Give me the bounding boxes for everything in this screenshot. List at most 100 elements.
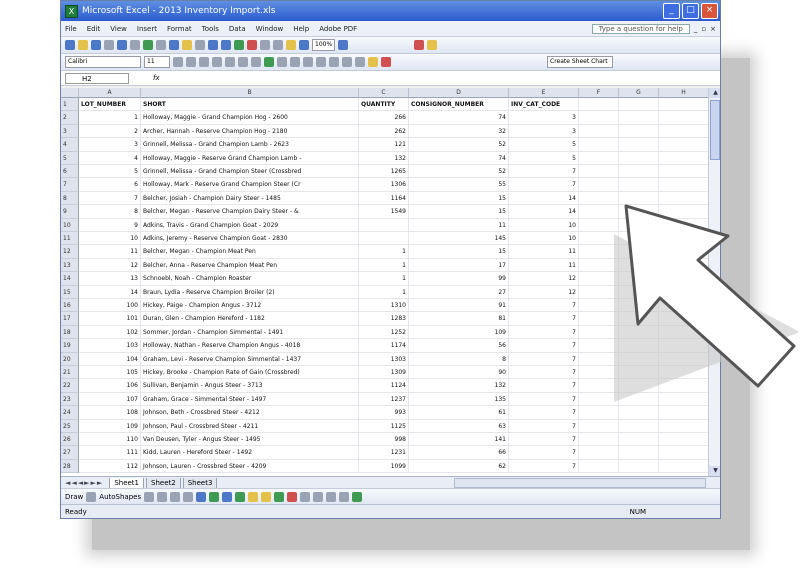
table-cell[interactable]: 15 xyxy=(409,205,509,219)
table-cell[interactable]: 7 xyxy=(509,446,579,460)
table-cell[interactable]: Graham, Grace - Simmental Steer - 1497 xyxy=(141,392,359,407)
maximize-button[interactable]: □ xyxy=(682,3,699,19)
row-header[interactable]: 6 xyxy=(61,165,79,179)
table-cell[interactable] xyxy=(579,178,619,192)
menu-help[interactable]: Help xyxy=(293,25,309,33)
table-cell[interactable] xyxy=(659,165,709,179)
3d-style-icon[interactable] xyxy=(352,492,363,502)
table-cell[interactable]: 3 xyxy=(79,138,141,152)
autoshapes-button[interactable]: AutoShapes xyxy=(99,493,141,501)
table-cell[interactable]: Sommer, Jordan - Champion Simmental - 14… xyxy=(141,325,359,340)
tab-sheet2[interactable]: Sheet2 xyxy=(146,477,181,489)
table-cell[interactable]: 132 xyxy=(359,151,409,165)
create-sheet-chart-button[interactable]: Create Sheet Chart xyxy=(547,56,613,68)
table-cell[interactable]: 7 xyxy=(509,419,579,433)
sort-ascending-icon[interactable] xyxy=(260,40,270,50)
menu-tools[interactable]: Tools xyxy=(202,25,219,33)
column-header-h[interactable]: H xyxy=(659,88,709,98)
row-header[interactable]: 28 xyxy=(61,459,79,474)
row-header[interactable]: 17 xyxy=(61,312,79,326)
table-cell[interactable]: 55 xyxy=(409,178,509,192)
table-cell[interactable]: 8 xyxy=(79,205,141,219)
table-cell[interactable]: 1231 xyxy=(359,446,409,460)
column-header-e[interactable]: E xyxy=(509,88,579,98)
clipart-icon[interactable] xyxy=(235,492,246,502)
table-cell[interactable]: 11 xyxy=(509,245,579,259)
select-objects-icon[interactable] xyxy=(86,492,97,502)
save-icon[interactable] xyxy=(91,40,101,50)
row-header[interactable]: 10 xyxy=(61,218,79,232)
column-header-f[interactable]: F xyxy=(579,88,619,98)
table-cell[interactable]: 132 xyxy=(409,379,509,393)
table-cell[interactable]: 1 xyxy=(359,285,409,299)
menu-window[interactable]: Window xyxy=(256,25,284,33)
row-header[interactable]: 16 xyxy=(61,299,79,313)
chart-wizard-icon[interactable] xyxy=(286,40,296,50)
row-header[interactable]: 24 xyxy=(61,406,79,420)
name-box[interactable]: H2 xyxy=(65,72,129,84)
select-all-corner[interactable] xyxy=(61,88,79,98)
increase-decimal-icon[interactable] xyxy=(303,57,313,67)
format-painter-icon[interactable] xyxy=(195,40,205,50)
table-cell[interactable]: 62 xyxy=(409,459,509,474)
table-cell[interactable]: 102 xyxy=(79,325,141,340)
line-icon[interactable] xyxy=(144,492,155,502)
table-cell[interactable]: 1099 xyxy=(359,459,409,474)
table-cell[interactable]: 5 xyxy=(509,138,579,152)
table-cell[interactable]: 91 xyxy=(409,299,509,313)
table-cell[interactable]: 1283 xyxy=(359,312,409,326)
tab-sheet3[interactable]: Sheet3 xyxy=(182,477,218,489)
borders-icon[interactable] xyxy=(355,57,365,67)
row-header[interactable]: 19 xyxy=(61,339,79,353)
table-cell[interactable]: 27 xyxy=(409,285,509,299)
table-cell[interactable] xyxy=(619,178,659,192)
dash-style-icon[interactable] xyxy=(313,492,324,502)
new-icon[interactable] xyxy=(65,40,75,50)
table-cell[interactable]: 7 xyxy=(509,339,579,353)
menu-view[interactable]: View xyxy=(110,25,127,33)
table-cell[interactable]: Holloway, Maggie - Grand Champion Hog - … xyxy=(141,111,359,125)
table-cell[interactable]: Holloway, Mark - Reserve Grand Champion … xyxy=(141,178,359,192)
header-cell[interactable]: CONSIGNOR_NUMBER xyxy=(409,98,509,112)
table-cell[interactable]: 1237 xyxy=(359,392,409,407)
merge-center-icon[interactable] xyxy=(251,57,261,67)
row-header[interactable]: 11 xyxy=(61,232,79,246)
table-cell[interactable]: 10 xyxy=(79,232,141,246)
row-header[interactable]: 8 xyxy=(61,191,79,206)
table-cell[interactable] xyxy=(579,151,619,165)
copy-icon[interactable] xyxy=(169,40,179,50)
table-cell[interactable]: Kidd, Lauren - Hereford Steer - 1492 xyxy=(141,446,359,460)
arrow-icon[interactable] xyxy=(157,492,168,502)
increase-indent-icon[interactable] xyxy=(342,57,352,67)
table-cell[interactable]: 7 xyxy=(509,392,579,407)
table-cell[interactable]: 112 xyxy=(79,459,141,474)
table-cell[interactable]: Hickey, Paige - Champion Angus - 3712 xyxy=(141,299,359,313)
table-cell[interactable]: Johnson, Paul - Crossbred Steer - 4211 xyxy=(141,419,359,433)
table-cell[interactable]: 11 xyxy=(509,258,579,273)
table-cell[interactable]: Holloway, Nathan - Reserve Champion Angu… xyxy=(141,339,359,353)
row-header[interactable]: 25 xyxy=(61,419,79,433)
fill-color-icon[interactable] xyxy=(368,57,378,67)
percent-icon[interactable] xyxy=(277,57,287,67)
table-cell[interactable]: 61 xyxy=(409,406,509,420)
text-color-icon[interactable] xyxy=(287,492,298,502)
table-cell[interactable]: 8 xyxy=(409,352,509,366)
table-cell[interactable] xyxy=(619,459,659,474)
table-cell[interactable] xyxy=(579,459,619,474)
table-cell[interactable]: 15 xyxy=(409,191,509,206)
font-size-select[interactable]: 11 xyxy=(144,56,170,68)
arrow-style-icon[interactable] xyxy=(326,492,337,502)
row-header[interactable]: 15 xyxy=(61,285,79,299)
column-header-c[interactable]: C xyxy=(359,88,409,98)
table-cell[interactable]: 66 xyxy=(409,446,509,460)
table-cell[interactable]: 998 xyxy=(359,433,409,447)
table-cell[interactable]: 1306 xyxy=(359,178,409,192)
table-cell[interactable]: 74 xyxy=(409,151,509,165)
fx-icon[interactable]: fx xyxy=(153,74,160,82)
table-cell[interactable]: 7 xyxy=(509,299,579,313)
table-cell[interactable]: 12 xyxy=(509,285,579,299)
table-cell[interactable]: 63 xyxy=(409,419,509,433)
table-cell[interactable] xyxy=(619,138,659,152)
table-cell[interactable] xyxy=(579,165,619,179)
table-cell[interactable]: 74 xyxy=(409,111,509,125)
